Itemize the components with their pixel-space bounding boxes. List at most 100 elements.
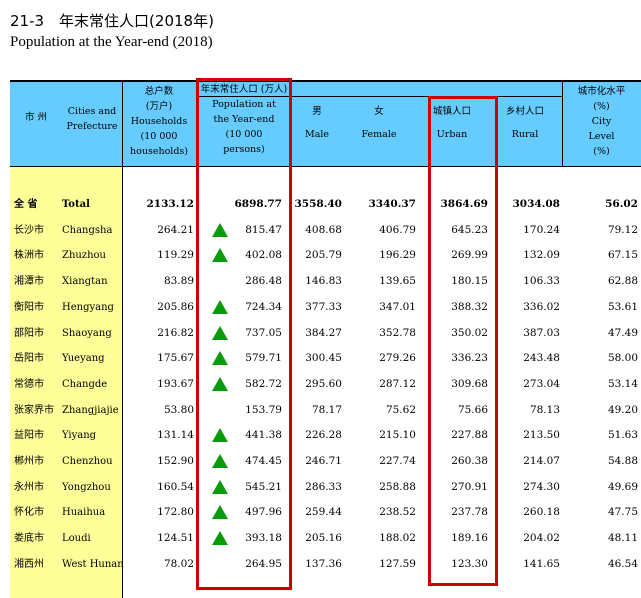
city-level-value: 53.14 [607,377,638,390]
city-name-cn: 益阳市 [14,430,44,442]
city-name-en: Yueyang [62,353,105,365]
table-row: 湘西州 West Hunan 78.02 264.95 137.36 127.59 123.… [10,552,641,578]
city-level-value: 62.88 [607,275,638,288]
population-highlight-box [196,78,292,590]
male-value: 205.79 [305,249,342,262]
header-city-en: Cities and Prefecture [66,106,118,132]
city-level-value: 53.61 [607,300,638,313]
city-name-cn: 湘潭市 [14,276,44,288]
city-name-cn: 邵阳市 [14,327,44,339]
male-value: 3558.40 [294,198,343,210]
male-value: 246.71 [305,455,342,467]
city-level-value: 51.63 [607,429,638,442]
male-value: 259.44 [305,506,342,519]
male-value: 226.28 [305,429,342,442]
city-name-cn: 衡阳市 [14,301,44,313]
table-row: 益阳市 Yiyang 131.14 441.38 226.28 215.10 227.88 2… [10,423,641,449]
table-row: 邵阳市 Shaoyang 216.82 737.05 384.27 352.78 350.0… [10,321,641,347]
male-value: 295.60 [305,377,342,390]
header-rural: 乡村人口 Rural [505,106,544,140]
city-name-en: Total [62,199,90,210]
city-name-en: Changsha [62,224,113,236]
city-name-en: Loudi [62,533,91,545]
male-value: 286.33 [305,480,342,493]
female-value: 139.65 [379,275,416,288]
female-value: 215.10 [379,429,416,442]
households-value: 216.82 [157,326,194,339]
city-name-en: Yongzhou [62,481,111,493]
households-value: 172.80 [157,506,194,519]
city-level-value: 46.54 [607,557,638,570]
city-name-cn: 郴州市 [14,456,44,467]
city-name-en: Huaihua [62,507,106,519]
rural-value: 106.33 [523,275,560,288]
male-value: 300.45 [305,352,342,365]
city-name-cn: 岳阳市 [14,353,44,365]
table-row: 永州市 Yongzhou 160.54 545.21 286.33 258.88 270.9… [10,475,641,501]
female-value: 352.78 [379,326,416,339]
city-level-value: 79.12 [607,223,638,236]
city-level-value: 47.49 [607,326,638,339]
female-value: 258.88 [379,480,416,493]
city-name-en: West Hunan [62,558,124,570]
city-name-cn: 永州市 [14,481,44,493]
rural-value: 170.24 [523,223,560,236]
city-level-value: 67.15 [607,249,638,262]
households-value: 152.90 [157,455,194,467]
rural-value: 260.18 [523,506,560,519]
city-name-cn: 湘西州 [14,558,44,570]
city-name-en: Zhuzhou [62,250,106,262]
households-value: 175.67 [157,352,194,365]
rural-value: 387.03 [523,326,560,339]
rural-value: 273.04 [523,377,560,390]
table-row: 郴州市 Chenzhou 152.90 474.45 246.71 227.74 260.3… [10,449,641,475]
female-value: 406.79 [379,223,416,236]
households-value: 124.51 [157,532,194,545]
households-value: 53.80 [163,403,194,416]
city-level-value: 54.88 [607,455,638,467]
male-value: 137.36 [305,557,342,570]
header-households: 总户数 (万户) Households (10 000 households) [130,86,188,157]
table-row: 怀化市 Huaihua 172.80 497.96 259.44 238.52 237.78… [10,500,641,526]
city-name-en: Shaoyang [62,327,112,339]
city-level-value: 58.00 [607,352,638,365]
households-value: 264.21 [157,223,194,236]
table-row: 张家界市 Zhangjiajie 53.80 153.79 78.17 75.62 75.6… [10,398,641,424]
city-name-en: Zhangjiajie [62,404,119,416]
table-row: 娄底市 Loudi 124.51 393.18 205.16 188.02 189.16 20… [10,526,641,552]
header-female: 女 Female [361,106,397,140]
male-value: 408.68 [305,223,342,236]
male-value: 78.17 [311,403,342,416]
city-name-cn: 怀化市 [14,507,44,519]
female-value: 188.02 [379,532,416,545]
households-value: 205.86 [157,300,194,313]
female-value: 238.52 [379,506,416,519]
rural-value: 213.50 [523,429,560,442]
city-name-en: Xiangtan [62,276,108,288]
female-value: 196.29 [379,249,416,262]
female-value: 75.62 [385,403,416,416]
households-value: 83.89 [163,275,194,288]
city-name-cn: 全 省 [14,199,38,210]
female-value: 127.59 [379,557,416,570]
header-male: 男 Male [304,106,330,140]
households-value: 119.29 [157,249,194,262]
table-row: 株洲市 Zhuzhou 119.29 402.08 205.79 196.29 269.99… [10,243,641,269]
city-name-en: Yiyang [62,430,97,442]
households-value: 131.14 [157,429,194,442]
city-level-value: 48.11 [607,532,638,545]
city-name-cn: 张家界市 [14,404,54,416]
city-name-en: Hengyang [62,301,114,313]
header-city-cn: 市 州 [24,112,48,123]
table-row: 常德市 Changde 193.67 582.72 295.60 287.12 309.68… [10,372,641,398]
rural-value: 243.48 [523,352,560,365]
female-value: 347.01 [379,300,416,313]
rural-value: 274.30 [523,480,560,493]
female-value: 287.12 [379,377,416,390]
households-value: 193.67 [157,377,194,390]
male-value: 377.33 [305,300,342,313]
rural-value: 204.02 [523,532,560,545]
table-row: 湘潭市 Xiangtan 83.89 286.48 146.83 139.65 180.15… [10,269,641,295]
table-row: 衡阳市 Hengyang 205.86 724.34 377.33 347.01 388.3… [10,295,641,321]
header-bottom-rule [10,166,641,167]
